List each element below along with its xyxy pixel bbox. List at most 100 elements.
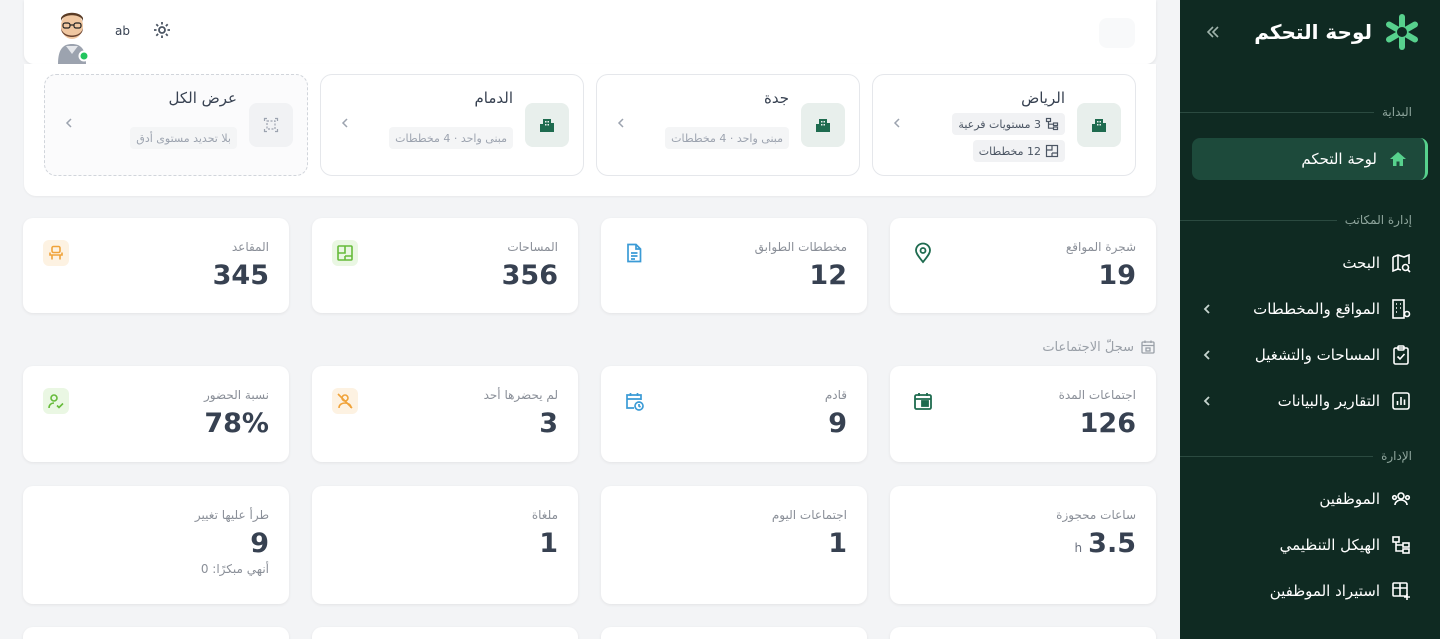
stat-label: اجتماعات اليوم bbox=[771, 508, 847, 522]
building-icon bbox=[1077, 103, 1121, 147]
stat-card-no-show[interactable]: لم يحضرها أحد 3 bbox=[312, 366, 578, 462]
stat-label: مخططات الطوابق bbox=[754, 240, 847, 254]
sidebar-item-spaces[interactable]: المساحات والتشغيل bbox=[1180, 332, 1440, 378]
user-code[interactable]: ab bbox=[115, 24, 130, 38]
stat-label: المقاعد bbox=[231, 240, 269, 254]
stat-card-partial[interactable] bbox=[23, 627, 289, 639]
stat-label: قادم bbox=[824, 388, 847, 402]
brand[interactable]: لوحة التحكم bbox=[1254, 12, 1422, 52]
stat-value: 12 bbox=[809, 260, 847, 291]
users-icon bbox=[1390, 488, 1412, 510]
main-content: ab الرياض 3 مستويات فرعية 12 مخططات جدة … bbox=[0, 0, 1180, 639]
building-icon bbox=[525, 103, 569, 147]
sidebar-item-label: البحث bbox=[1342, 254, 1380, 272]
sidebar-section-start: البداية bbox=[1180, 100, 1440, 124]
floorplan-icon bbox=[1045, 144, 1059, 158]
bar-chart-icon bbox=[1390, 390, 1412, 412]
map-search-icon bbox=[1390, 252, 1412, 274]
sidebar-section-admin: الإدارة bbox=[1180, 444, 1440, 468]
site-chip-summary: مبنى واحد · 4 مخططات bbox=[665, 127, 789, 149]
site-chip-levels: 3 مستويات فرعية bbox=[952, 113, 1065, 135]
top-placeholder bbox=[1099, 18, 1135, 48]
site-name: الدمام bbox=[474, 89, 513, 107]
site-name: عرض الكل bbox=[168, 89, 237, 107]
stat-value: h 3.5 bbox=[1074, 528, 1136, 559]
stat-label: لم يحضرها أحد bbox=[483, 388, 558, 402]
stat-label: نسبة الحضور bbox=[203, 388, 269, 402]
sidebar-item-label: المواقع والمخططات bbox=[1253, 300, 1380, 318]
stat-value: 345 bbox=[212, 260, 269, 291]
clipboard-check-icon bbox=[1390, 344, 1412, 366]
stat-card-spaces[interactable]: المساحات 356 bbox=[312, 218, 578, 313]
building-gear-icon bbox=[1390, 298, 1412, 320]
stat-card-attendance-rate[interactable]: نسبة الحضور 78% bbox=[23, 366, 289, 462]
stat-card-partial[interactable] bbox=[312, 627, 578, 639]
sidebar-item-label: الهيكل التنظيمي bbox=[1279, 536, 1380, 554]
gear-icon[interactable] bbox=[152, 20, 172, 40]
building-icon bbox=[801, 103, 845, 147]
site-card-dammam[interactable]: الدمام مبنى واحد · 4 مخططات bbox=[320, 74, 584, 176]
stat-value: 78% bbox=[204, 408, 269, 439]
sidebar-section-offices: إدارة المكاتب bbox=[1180, 208, 1440, 232]
map-pin-icon bbox=[910, 240, 936, 266]
site-chip-summary: مبنى واحد · 4 مخططات bbox=[389, 127, 513, 149]
sidebar-header: لوحة التحكم bbox=[1180, 0, 1440, 64]
stat-value: 19 bbox=[1098, 260, 1136, 291]
stat-label: ساعات محجوزة bbox=[1056, 508, 1136, 522]
meetings-section-title: سجلّ الاجتماعات bbox=[1000, 338, 1156, 356]
site-card-view-all[interactable]: عرض الكل بلا تحديد مستوى أدق bbox=[44, 74, 308, 176]
stat-label: شجرة المواقع bbox=[1065, 240, 1136, 254]
stat-card-changed[interactable]: طرأ عليها تغيير 9 أنهي مبكرًا: 0 bbox=[23, 486, 289, 604]
site-chip-plans: 12 مخططات bbox=[972, 140, 1065, 162]
asterisk-logo-icon bbox=[1386, 14, 1418, 50]
sidebar: لوحة التحكم البداية لوحة التحكم إدارة ال… bbox=[1180, 0, 1440, 639]
sidebar-item-label: لوحة التحكم bbox=[1301, 150, 1377, 168]
chevron-left-icon bbox=[893, 118, 900, 128]
sites-panel: الرياض 3 مستويات فرعية 12 مخططات جدة مبن… bbox=[24, 64, 1156, 196]
stat-card-partial[interactable] bbox=[601, 627, 867, 639]
sidebar-item-org[interactable]: الهيكل التنظيمي bbox=[1180, 522, 1440, 568]
sidebar-item-label: الموظفين bbox=[1319, 490, 1380, 508]
stat-label: طرأ عليها تغيير bbox=[194, 508, 269, 522]
chevron-left-icon bbox=[617, 118, 624, 128]
stat-card-meetings-period[interactable]: اجتماعات المدة 126 bbox=[890, 366, 1156, 462]
stat-unit: h bbox=[1074, 541, 1083, 555]
stat-value: 9 bbox=[250, 528, 269, 559]
stat-value: 9 bbox=[828, 408, 847, 439]
stat-value: 1 bbox=[539, 528, 558, 559]
stat-card-partial[interactable] bbox=[890, 627, 1156, 639]
stat-card-seats[interactable]: المقاعد 345 bbox=[23, 218, 289, 313]
user-off-icon bbox=[332, 388, 358, 414]
stat-card-today-meetings[interactable]: اجتماعات اليوم 1 bbox=[601, 486, 867, 604]
chevron-left-icon bbox=[341, 118, 348, 128]
site-card-riyadh[interactable]: الرياض 3 مستويات فرعية 12 مخططات bbox=[872, 74, 1136, 176]
sidebar-item-label: المساحات والتشغيل bbox=[1254, 346, 1380, 364]
stat-card-locations-tree[interactable]: شجرة المواقع 19 bbox=[890, 218, 1156, 313]
site-name: الرياض bbox=[1021, 89, 1065, 107]
home-icon bbox=[1387, 148, 1409, 170]
avatar[interactable] bbox=[52, 8, 92, 64]
sidebar-item-employees[interactable]: الموظفين bbox=[1180, 476, 1440, 522]
stat-card-cancelled[interactable]: ملغاة 1 bbox=[312, 486, 578, 604]
user-check-icon bbox=[43, 388, 69, 414]
sidebar-item-import[interactable]: استيراد الموظفين bbox=[1180, 568, 1440, 614]
document-icon bbox=[621, 240, 647, 266]
collapse-sidebar-icon[interactable] bbox=[1200, 19, 1226, 45]
sidebar-item-sites[interactable]: المواقع والمخططات bbox=[1180, 286, 1440, 332]
site-chip-summary: بلا تحديد مستوى أدق bbox=[130, 127, 237, 149]
stat-card-booked-hours[interactable]: ساعات محجوزة h 3.5 bbox=[890, 486, 1156, 604]
sidebar-item-reports[interactable]: التقارير والبيانات bbox=[1180, 378, 1440, 424]
sidebar-item-search[interactable]: البحث bbox=[1180, 240, 1440, 286]
chevron-left-icon bbox=[65, 118, 72, 128]
grid-focus-icon bbox=[249, 103, 293, 147]
hierarchy-icon bbox=[1045, 117, 1059, 131]
stat-value: 3 bbox=[539, 408, 558, 439]
sidebar-item-dashboard[interactable]: لوحة التحكم bbox=[1192, 138, 1428, 180]
stat-card-floor-plans[interactable]: مخططات الطوابق 12 bbox=[601, 218, 867, 313]
sidebar-item-label: استيراد الموظفين bbox=[1269, 582, 1380, 600]
org-chart-icon bbox=[1390, 534, 1412, 556]
site-card-jeddah[interactable]: جدة مبنى واحد · 4 مخططات bbox=[596, 74, 860, 176]
stat-card-upcoming[interactable]: قادم 9 bbox=[601, 366, 867, 462]
calendar-icon bbox=[1141, 340, 1155, 354]
calendar-range-icon bbox=[910, 388, 936, 414]
